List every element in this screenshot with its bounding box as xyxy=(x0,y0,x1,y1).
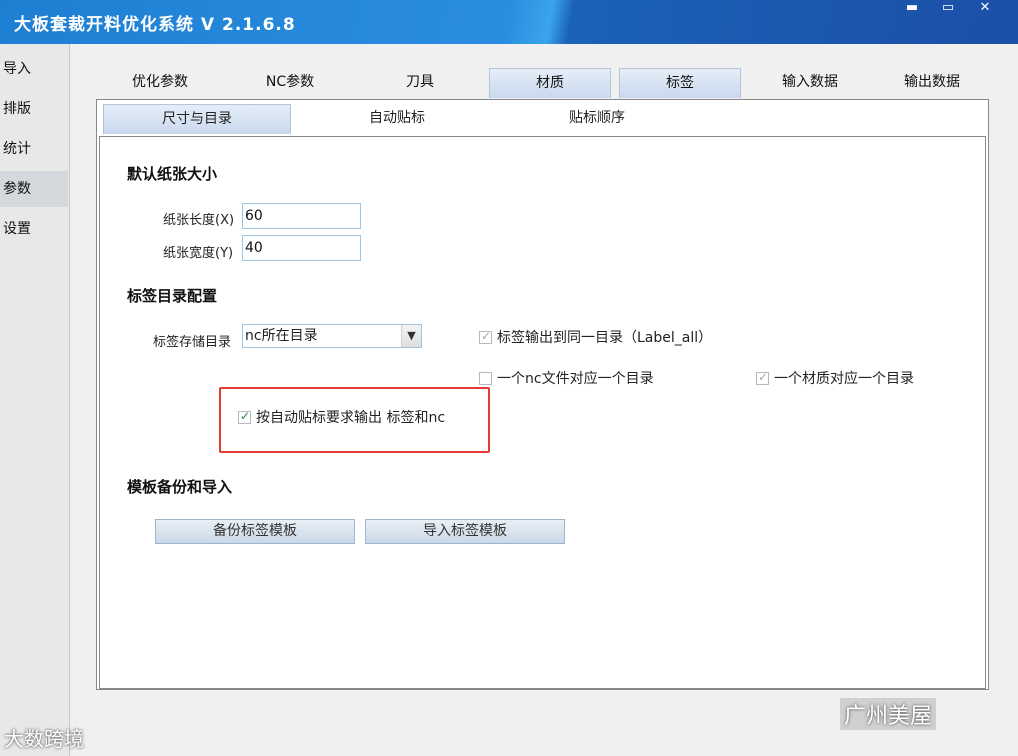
tab-input-data[interactable]: 输入数据 xyxy=(751,68,869,98)
sidebar-item-settings[interactable]: 设置 xyxy=(0,211,68,247)
checkbox-icon[interactable] xyxy=(479,329,492,344)
close-icon: ✕ xyxy=(979,0,991,15)
watermark-left: 大数跨境 xyxy=(4,723,84,752)
paper-width-input[interactable] xyxy=(242,235,361,261)
checkbox-icon[interactable] xyxy=(238,409,251,424)
checkbox-per-material-label: 一个材质对应一个目录 xyxy=(774,371,914,387)
subtab-auto-label[interactable]: 自动贴标 xyxy=(307,104,487,134)
watermark-right: 广州美屋 xyxy=(840,698,937,730)
checkbox-same-directory-label: 标签输出到同一目录（Label_all） xyxy=(497,330,713,346)
checkbox-same-directory[interactable]: 标签输出到同一目录（Label_all） xyxy=(479,327,712,347)
main-area: 优化参数 NC参数 刀具 材质 标签 输入数据 输出数据 尺寸与目录 自动贴标 … xyxy=(71,44,1018,756)
paper-width-label: 纸张宽度(Y) xyxy=(163,246,234,261)
title-bar: 大板套裁开料优化系统 V 2.1.6.8 ▬ ▭ ✕ xyxy=(0,0,1018,44)
tab-tools[interactable]: 刀具 xyxy=(361,68,479,98)
checkbox-auto-label-output[interactable]: 按自动贴标要求输出 标签和nc xyxy=(238,407,445,427)
close-button[interactable]: ✕ xyxy=(966,0,1004,18)
checkbox-icon[interactable] xyxy=(479,372,492,385)
checkbox-per-nc-file-label: 一个nc文件对应一个目录 xyxy=(497,371,654,387)
section-label-dir-heading: 标签目录配置 xyxy=(127,287,218,305)
maximize-icon: ▭ xyxy=(941,0,955,15)
storage-dir-select[interactable]: nc所在目录 ▼ xyxy=(242,324,422,348)
tab-material[interactable]: 材质 xyxy=(489,68,611,98)
settings-content: 默认纸张大小 纸张长度(X) 纸张宽度(Y) 标签目录配置 标签存储目录 nc所… xyxy=(99,136,986,689)
tab-optimize-params[interactable]: 优化参数 xyxy=(101,68,219,98)
subtab-size-directory[interactable]: 尺寸与目录 xyxy=(103,104,291,134)
sidebar: 导入 排版 统计 参数 设置 xyxy=(0,44,70,756)
watermark-right-text: 广州美屋 xyxy=(844,704,933,729)
minimize-icon: ▬ xyxy=(905,0,919,15)
storage-dir-value: nc所在目录 xyxy=(245,328,318,344)
sidebar-item-layout[interactable]: 排版 xyxy=(0,91,68,127)
sidebar-item-import[interactable]: 导入 xyxy=(0,51,68,87)
subtab-label-order[interactable]: 贴标顺序 xyxy=(507,104,687,134)
import-template-button[interactable]: 导入标签模板 xyxy=(365,519,565,544)
section-paper-size-heading: 默认纸张大小 xyxy=(127,165,218,183)
checkbox-per-material[interactable]: 一个材质对应一个目录 xyxy=(756,368,914,388)
tab-nc-params[interactable]: NC参数 xyxy=(231,68,349,98)
tab-label[interactable]: 标签 xyxy=(619,68,741,98)
checkbox-per-nc-file[interactable]: 一个nc文件对应一个目录 xyxy=(479,368,654,388)
backup-template-button[interactable]: 备份标签模板 xyxy=(155,519,355,544)
minimize-button[interactable]: ▬ xyxy=(893,0,931,18)
paper-length-input[interactable] xyxy=(242,203,361,229)
paper-length-label: 纸张长度(X) xyxy=(163,213,235,228)
section-template-heading: 模板备份和导入 xyxy=(127,478,233,496)
chevron-down-icon[interactable]: ▼ xyxy=(401,325,421,347)
maximize-button[interactable]: ▭ xyxy=(929,0,967,18)
checkbox-auto-label-output-label: 按自动贴标要求输出 标签和nc xyxy=(256,410,446,426)
sidebar-item-statistics[interactable]: 统计 xyxy=(0,131,68,167)
tab-panel: 尺寸与目录 自动贴标 贴标顺序 默认纸张大小 纸张长度(X) 纸张宽度(Y) 标… xyxy=(96,99,989,690)
storage-dir-label: 标签存储目录 xyxy=(153,335,232,350)
watermark-left-text: 大数跨境 xyxy=(4,727,84,751)
sidebar-item-parameters[interactable]: 参数 xyxy=(0,171,68,207)
tab-output-data[interactable]: 输出数据 xyxy=(873,68,991,98)
checkbox-icon[interactable] xyxy=(756,370,769,385)
app-title: 大板套裁开料优化系统 V 2.1.6.8 xyxy=(14,15,296,35)
